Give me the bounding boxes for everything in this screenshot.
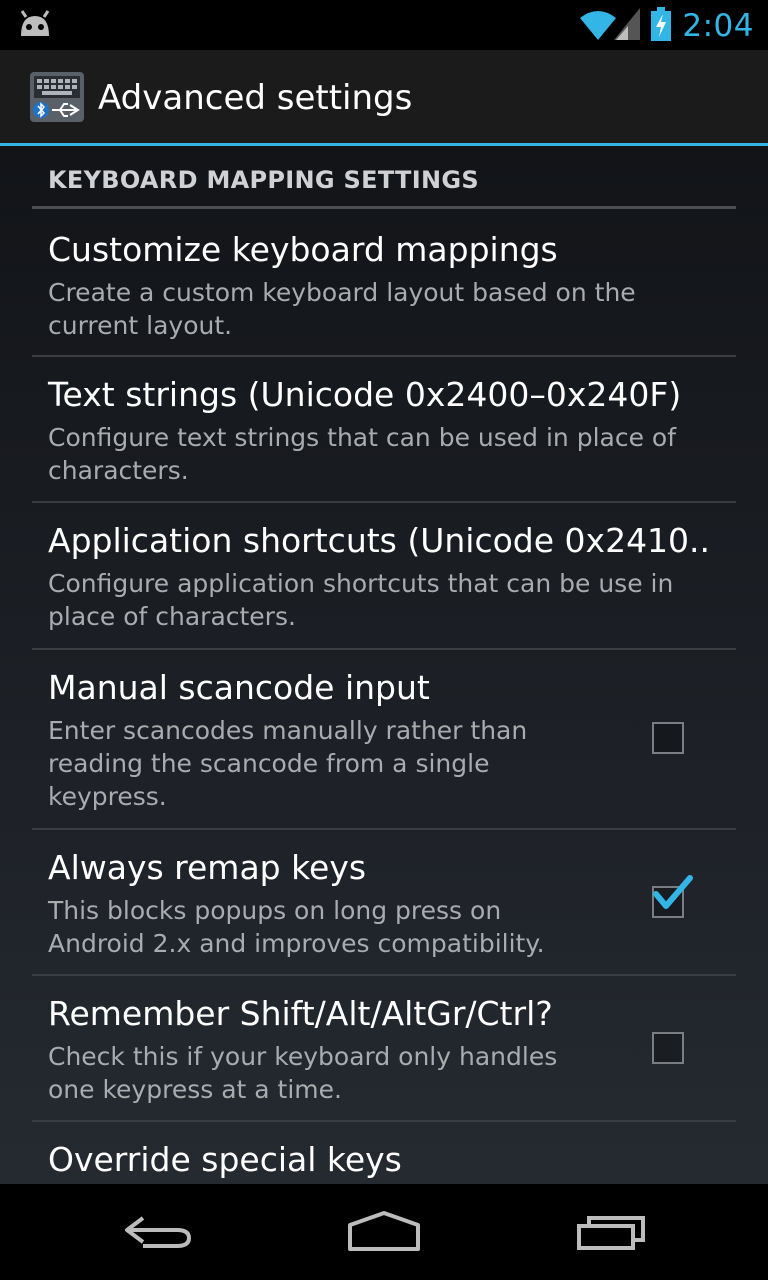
pref-summary: This blocks popups on long press on Andr… <box>48 896 545 958</box>
signal-icon <box>614 8 641 44</box>
pref-title: Always remap keys <box>48 848 367 887</box>
category-divider <box>32 206 736 209</box>
pref-title: Manual scancode input <box>48 668 430 707</box>
pref-summary: Configure application shortcuts that can… <box>48 569 674 631</box>
pref-title: Application shortcuts (Unicode 0x2410.. <box>48 521 711 560</box>
pref-application-shortcuts[interactable]: Application shortcuts (Unicode 0x2410.. … <box>32 503 736 650</box>
status-bar: 2:04 <box>0 0 768 50</box>
wifi-icon <box>578 8 618 44</box>
pref-always-remap-keys[interactable]: Always remap keys This blocks popups on … <box>32 830 736 976</box>
navigation-bar <box>0 1184 768 1280</box>
pref-manual-scancode-input[interactable]: Manual scancode input Enter scancodes ma… <box>32 650 736 830</box>
pref-customize-keyboard-mappings[interactable]: Customize keyboard mappings Create a cus… <box>32 212 736 357</box>
pref-summary: Create a custom keyboard layout based on… <box>48 278 636 340</box>
pref-summary: Configure text strings that can be used … <box>48 423 677 485</box>
action-bar: Advanced settings <box>0 50 768 146</box>
android-debug-icon <box>16 10 54 42</box>
always-remap-keys-checkbox[interactable] <box>652 875 693 918</box>
pref-summary: Check this if your keyboard only handles… <box>48 1042 558 1104</box>
pref-title: Text strings (Unicode 0x2400–0x240F) <box>48 375 682 414</box>
remember-modifiers-checkbox[interactable] <box>652 1032 684 1064</box>
pref-title: Override special keys <box>48 1140 402 1179</box>
battery-charging-icon <box>650 7 672 45</box>
pref-title: Remember Shift/Alt/AltGr/Ctrl? <box>48 994 553 1033</box>
pref-summary: Enter scancodes manually rather than rea… <box>48 716 528 811</box>
pref-remember-modifiers[interactable]: Remember Shift/Alt/AltGr/Ctrl? Check thi… <box>32 976 736 1122</box>
back-icon[interactable] <box>104 1200 214 1264</box>
page-title: Advanced settings <box>98 78 413 118</box>
status-clock: 2:04 <box>682 8 754 44</box>
category-header: KEYBOARD MAPPING SETTINGS <box>48 166 479 194</box>
checkmark-icon <box>653 875 693 909</box>
preference-list[interactable]: KEYBOARD MAPPING SETTINGS Customize keyb… <box>0 146 768 1184</box>
pref-text-strings[interactable]: Text strings (Unicode 0x2400–0x240F) Con… <box>32 357 736 503</box>
home-icon[interactable] <box>329 1200 439 1264</box>
pref-override-special-keys[interactable]: Override special keys <box>32 1122 736 1184</box>
pref-title: Customize keyboard mappings <box>48 230 558 269</box>
manual-scancode-checkbox[interactable] <box>652 722 684 754</box>
recent-apps-icon[interactable] <box>556 1200 666 1264</box>
keyboard-bluetooth-usb-icon[interactable] <box>30 70 84 124</box>
